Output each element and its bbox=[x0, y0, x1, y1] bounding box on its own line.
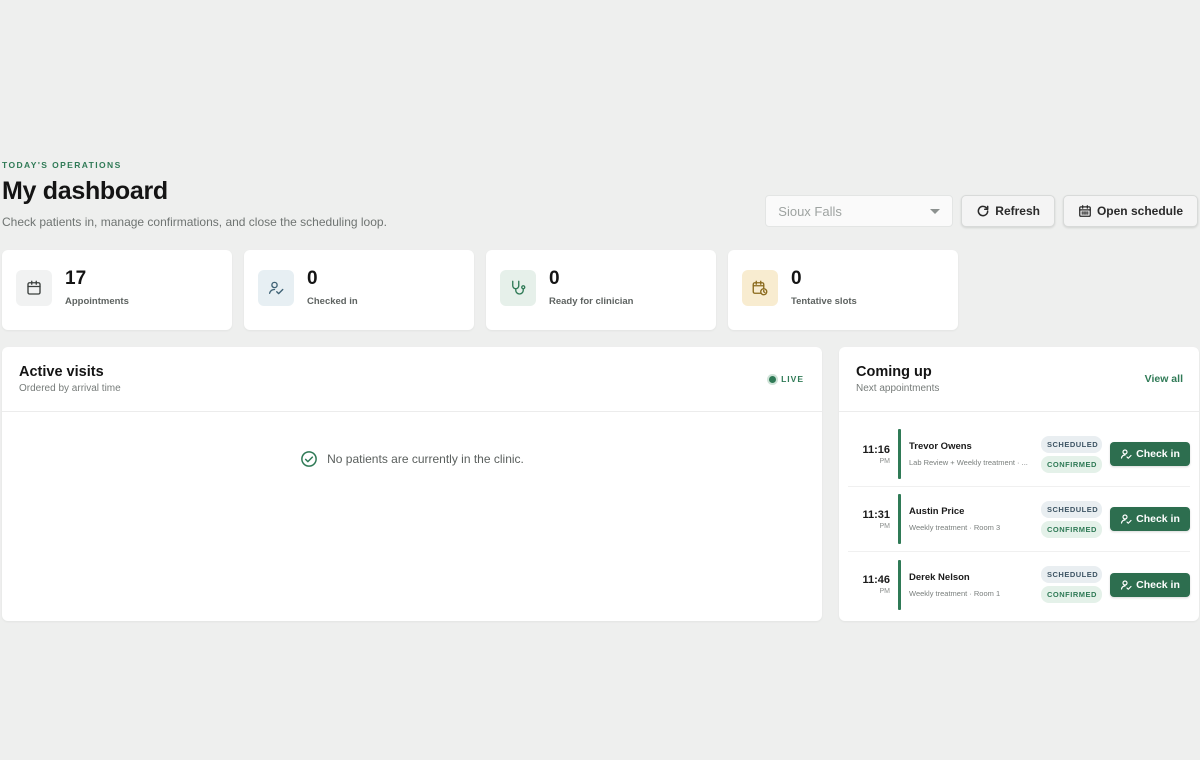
check-in-label: Check in bbox=[1136, 578, 1180, 591]
stat-label: Ready for clinician bbox=[549, 296, 634, 307]
status-badge-scheduled: SCHEDULED bbox=[1041, 566, 1102, 583]
live-dot-icon bbox=[769, 375, 777, 383]
status-badge-confirmed: CONFIRMED bbox=[1041, 455, 1102, 473]
location-select[interactable]: Sioux Falls bbox=[765, 195, 954, 227]
active-visits-header: Active visits Ordered by arrival time LI… bbox=[2, 347, 822, 412]
stat-value: 0 bbox=[549, 268, 560, 289]
appointment-time: 11:16 PM bbox=[848, 444, 890, 465]
toolbar: Sioux Falls Refresh Open schedule bbox=[765, 195, 1198, 227]
stat-card-checked-in: 0 Checked in bbox=[244, 250, 474, 330]
stat-card-ready-for-clinician: 0 Ready for clinician bbox=[486, 250, 716, 330]
status-badge-confirmed: CONFIRMED bbox=[1041, 520, 1102, 538]
page-eyebrow: TODAY'S OPERATIONS bbox=[2, 160, 122, 170]
appointment-ampm: PM bbox=[879, 588, 891, 595]
panel-subtitle: Next appointments bbox=[856, 383, 940, 394]
status-badges: SCHEDULED CONFIRMED bbox=[1041, 435, 1102, 473]
appointment-row[interactable]: 11:46 PM Derek Nelson Weekly treatment ·… bbox=[848, 552, 1190, 617]
status-badges: SCHEDULED CONFIRMED bbox=[1041, 566, 1102, 603]
stat-label: Tentative slots bbox=[791, 296, 857, 307]
appointment-description: Weekly treatment · Room 1 bbox=[909, 588, 1001, 598]
appointment-ampm: PM bbox=[879, 457, 891, 465]
user-check-icon bbox=[1121, 579, 1132, 590]
calendar-clock-icon bbox=[742, 270, 778, 306]
stat-label: Checked in bbox=[307, 296, 358, 307]
check-in-label: Check in bbox=[1136, 448, 1180, 460]
status-badges: SCHEDULED CONFIRMED bbox=[1041, 500, 1102, 538]
check-in-button[interactable]: Check in bbox=[1110, 507, 1190, 531]
live-indicator: LIVE bbox=[769, 374, 804, 384]
appointment-info: Derek Nelson Weekly treatment · Room 1 bbox=[909, 572, 1037, 598]
refresh-button[interactable]: Refresh bbox=[961, 195, 1055, 227]
stat-label: Appointments bbox=[65, 296, 129, 307]
appointment-row[interactable]: 11:31 PM Austin Price Weekly treatment ·… bbox=[848, 487, 1190, 552]
check-in-button[interactable]: Check in bbox=[1110, 442, 1190, 466]
panel-title: Active visits bbox=[19, 364, 104, 380]
coming-up-header: Coming up Next appointments View all bbox=[839, 347, 1199, 412]
appointment-accent-bar bbox=[898, 494, 901, 544]
appointment-info: Trevor Owens Lab Review + Weekly treatme… bbox=[909, 441, 1037, 467]
empty-message: No patients are currently in the clinic. bbox=[327, 452, 524, 466]
live-label: LIVE bbox=[781, 374, 804, 384]
user-check-icon bbox=[1121, 449, 1132, 459]
page-header: TODAY'S OPERATIONS My dashboard Check pa… bbox=[2, 160, 1198, 229]
coming-up-panel: Coming up Next appointments View all 11:… bbox=[839, 347, 1199, 621]
appointment-description: Weekly treatment · Room 3 bbox=[909, 523, 1001, 532]
panel-title: Coming up bbox=[856, 364, 932, 380]
appointment-time-value: 11:31 bbox=[862, 508, 890, 521]
open-schedule-button[interactable]: Open schedule bbox=[1062, 195, 1198, 227]
appointment-time: 11:31 PM bbox=[848, 509, 890, 530]
active-visits-panel: Active visits Ordered by arrival time LI… bbox=[2, 347, 822, 621]
stat-value: 0 bbox=[791, 268, 802, 289]
appointment-list: 11:16 PM Trevor Owens Lab Review + Weekl… bbox=[839, 412, 1199, 617]
appointment-info: Austin Price Weekly treatment · Room 3 bbox=[909, 506, 1037, 532]
check-in-label: Check in bbox=[1136, 513, 1180, 525]
status-badge-confirmed: CONFIRMED bbox=[1041, 586, 1102, 603]
appointment-accent-bar bbox=[898, 429, 901, 479]
calendar-icon bbox=[1079, 205, 1091, 217]
stat-value: 17 bbox=[65, 268, 87, 289]
calendar-icon bbox=[16, 270, 52, 306]
open-schedule-label: Open schedule bbox=[1096, 204, 1183, 218]
status-badge-scheduled: SCHEDULED bbox=[1041, 500, 1102, 518]
stat-card-tentative-slots: 0 Tentative slots bbox=[728, 250, 958, 330]
appointment-accent-bar bbox=[898, 559, 901, 610]
refresh-icon bbox=[977, 205, 989, 217]
refresh-label: Refresh bbox=[995, 204, 1040, 218]
user-check-icon bbox=[258, 270, 294, 306]
panel-subtitle: Ordered by arrival time bbox=[19, 383, 121, 394]
stethoscope-icon bbox=[500, 270, 536, 306]
stat-card-appointments: 17 Appointments bbox=[2, 250, 232, 330]
check-circle-icon bbox=[301, 451, 317, 467]
appointment-row[interactable]: 11:16 PM Trevor Owens Lab Review + Weekl… bbox=[848, 422, 1190, 487]
appointment-time-value: 11:46 bbox=[862, 574, 890, 586]
appointment-time: 11:46 PM bbox=[848, 574, 890, 595]
chevron-down-icon bbox=[930, 208, 941, 214]
appointment-ampm: PM bbox=[879, 522, 891, 530]
status-badge-scheduled: SCHEDULED bbox=[1041, 435, 1102, 453]
location-select-value: Sioux Falls bbox=[778, 203, 842, 219]
patient-name: Austin Price bbox=[909, 506, 965, 517]
stat-value: 0 bbox=[307, 268, 318, 289]
patient-name: Trevor Owens bbox=[909, 441, 972, 452]
empty-state: No patients are currently in the clinic. bbox=[2, 450, 822, 468]
appointment-description: Lab Review + Weekly treatment · ... bbox=[909, 458, 1028, 467]
check-in-button[interactable]: Check in bbox=[1110, 572, 1190, 597]
view-all-link[interactable]: View all bbox=[1145, 373, 1183, 385]
stats-row: 17 Appointments 0 Checked in 0 Ready for… bbox=[2, 250, 958, 330]
appointment-time-value: 11:16 bbox=[862, 443, 890, 456]
patient-name: Derek Nelson bbox=[909, 571, 970, 583]
user-check-icon bbox=[1121, 514, 1132, 524]
